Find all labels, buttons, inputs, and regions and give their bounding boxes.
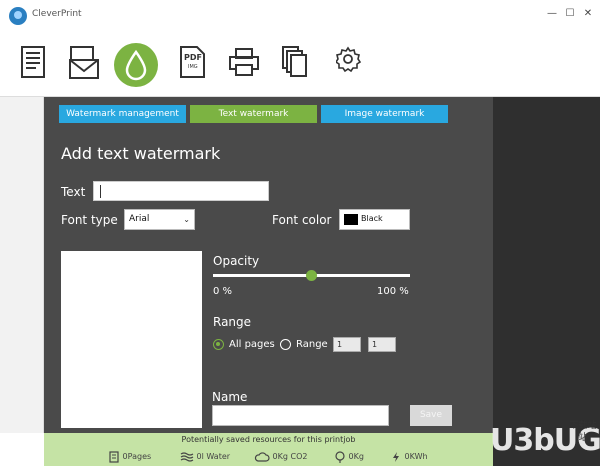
printer-icon — [229, 48, 259, 76]
opacity-max-label: 100 % — [377, 286, 409, 297]
pdf-img-icon: PDF IMG — [180, 46, 205, 78]
stat-pages-value: 0Pages — [122, 452, 152, 461]
document-button[interactable] — [13, 30, 57, 96]
stat-co2-value: 0Kg CO2 — [272, 452, 308, 461]
print-button[interactable] — [222, 30, 266, 96]
badge-line-1: 下载站 — [569, 421, 597, 431]
copies-icon — [282, 46, 307, 77]
stat-wood-value: 0Kg — [348, 452, 364, 461]
range-to-input[interactable]: 1 — [368, 337, 396, 352]
range-radio[interactable] — [280, 339, 291, 350]
water-icon — [180, 451, 194, 462]
tree-icon — [335, 450, 345, 463]
save-button[interactable]: Save — [410, 405, 452, 426]
stat-water-value: 0l Water — [196, 452, 231, 461]
pdf-img-button[interactable]: PDF IMG — [172, 30, 216, 96]
stat-co2: 0Kg CO2 — [254, 450, 307, 464]
all-pages-radio[interactable] — [213, 339, 224, 350]
img-label: IMG — [188, 64, 198, 70]
font-color-picker[interactable]: Black — [339, 209, 410, 230]
range-option-label: Range — [296, 339, 328, 350]
gear-icon — [336, 46, 362, 73]
stat-wood: 0Kg — [334, 450, 364, 464]
range-from-input[interactable]: 1 — [333, 337, 361, 352]
energy-icon — [393, 451, 399, 462]
name-label: Name — [212, 390, 248, 404]
tab-image-watermark[interactable]: Image watermark — [321, 105, 448, 123]
font-color-label: Font color — [272, 213, 332, 227]
close-button[interactable]: ✕ — [581, 7, 595, 21]
pdf-label: PDF — [184, 53, 202, 62]
watermark-preview — [61, 251, 202, 428]
font-type-value: Arial — [129, 214, 150, 224]
maximize-button[interactable]: ☐ — [563, 7, 577, 21]
cloud-icon — [254, 451, 270, 462]
range-label: Range — [213, 315, 252, 329]
opacity-slider-handle[interactable] — [306, 270, 317, 281]
app-logo-icon — [9, 7, 27, 25]
color-swatch — [344, 214, 358, 225]
opacity-label: Opacity — [213, 254, 260, 268]
badge-line-2: 站 — [578, 433, 588, 443]
toolbar: PDF IMG — [0, 30, 600, 97]
document-icon — [21, 46, 45, 78]
stat-pages: 0Pages — [108, 450, 151, 464]
page-title: Add text watermark — [61, 144, 221, 163]
stat-energy: 0KWh — [390, 450, 428, 464]
stat-water: 0l Water — [180, 450, 230, 464]
opacity-min-label: 0 % — [213, 286, 233, 297]
drop-icon — [125, 49, 147, 81]
name-input[interactable] — [212, 405, 389, 426]
title-bar: CleverPrint — ☐ ✕ — [0, 0, 600, 30]
minimize-button[interactable]: — — [545, 7, 559, 21]
font-type-select[interactable]: Arial ⌄ — [124, 209, 195, 230]
copies-button[interactable] — [275, 30, 319, 96]
mail-button[interactable] — [62, 30, 106, 96]
stat-energy-value: 0KWh — [404, 452, 428, 461]
mail-icon — [69, 46, 99, 79]
text-label: Text — [61, 185, 86, 199]
chevron-down-icon: ⌄ — [183, 215, 190, 224]
site-watermark-badge: 下载站 站 — [567, 420, 599, 450]
text-input[interactable] — [93, 181, 269, 201]
tab-watermark-management[interactable]: Watermark management — [59, 105, 186, 123]
font-color-value: Black — [361, 214, 383, 223]
app-title: CleverPrint — [32, 9, 82, 19]
footer-title: Potentially saved resources for this pri… — [181, 435, 356, 444]
tab-text-watermark[interactable]: Text watermark — [190, 105, 317, 123]
settings-button[interactable] — [330, 30, 374, 96]
resources-footer: Potentially saved resources for this pri… — [44, 433, 493, 466]
site-watermark: U3bUG 下载站 站 — [470, 413, 600, 466]
watermark-button[interactable] — [114, 43, 158, 87]
all-pages-label: All pages — [229, 339, 275, 350]
text-caret — [100, 185, 101, 198]
left-gutter — [0, 97, 44, 433]
font-type-label: Font type — [61, 213, 118, 227]
pages-icon — [109, 450, 119, 463]
right-pane — [493, 97, 600, 466]
